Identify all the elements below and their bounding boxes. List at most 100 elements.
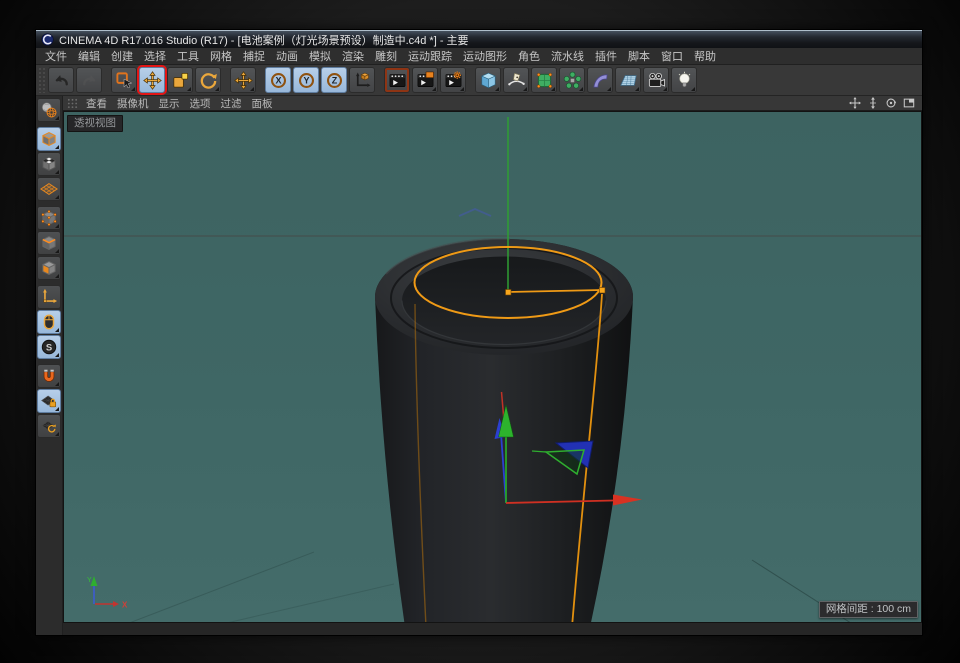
rotate-tool-button[interactable]	[195, 67, 221, 93]
toolbar-grip[interactable]	[38, 67, 45, 93]
redo-button[interactable]	[76, 67, 102, 93]
title-bar: CINEMA 4D R17.016 Studio (R17) - [电池案例（灯…	[36, 30, 922, 48]
viewport-menu-item[interactable]: 显示	[159, 96, 180, 111]
menu-item[interactable]: 插件	[594, 48, 618, 64]
model-mode-button[interactable]	[37, 127, 61, 151]
app-window: CINEMA 4D R17.016 Studio (R17) - [电池案例（灯…	[36, 30, 922, 635]
planar-workplane-button[interactable]	[37, 414, 61, 438]
viewport-grip-icon[interactable]	[67, 98, 78, 109]
viewport[interactable]: Y X 透视视图 网格间距 : 100 cm	[63, 111, 922, 623]
dolly-view-icon[interactable]	[866, 97, 880, 110]
model-mode-icon	[40, 130, 58, 148]
menu-item[interactable]: 角色	[517, 48, 541, 64]
coordinate-system-button[interactable]	[349, 67, 375, 93]
undo-button[interactable]	[48, 67, 74, 93]
menu-item[interactable]: 文件	[44, 48, 68, 64]
cube-icon	[479, 71, 498, 90]
viewport-menu-item[interactable]: 过滤	[221, 96, 242, 111]
light-button[interactable]	[671, 67, 697, 93]
last-used-tool-button[interactable]	[230, 67, 256, 93]
toggle-layout-icon[interactable]	[902, 97, 916, 110]
rotate-icon	[199, 71, 218, 90]
menu-item[interactable]: 工具	[176, 48, 200, 64]
menu-item[interactable]: 雕刻	[374, 48, 398, 64]
deformer-button[interactable]	[587, 67, 613, 93]
subdivision-surface-button[interactable]	[531, 67, 557, 93]
menu-item[interactable]: 运动图形	[462, 48, 508, 64]
planar-workplane-icon	[40, 417, 58, 435]
camera-button[interactable]	[643, 67, 669, 93]
scale-tool-button[interactable]	[167, 67, 193, 93]
render-view-button[interactable]	[384, 67, 410, 93]
undo-icon	[52, 71, 71, 90]
magnet-icon	[40, 367, 58, 385]
enable-axis-icon	[40, 288, 58, 306]
live-selection-icon	[115, 71, 134, 90]
window-title: CINEMA 4D R17.016 Studio (R17) - [电池案例（灯…	[59, 32, 469, 48]
rotate-view-icon[interactable]	[884, 97, 898, 110]
snap-s-icon: S	[40, 338, 58, 356]
enable-axis-button[interactable]	[37, 285, 61, 309]
lock-y-axis-button[interactable]: Y	[293, 67, 319, 93]
mode-sidebar: S	[36, 96, 63, 635]
svg-text:X: X	[275, 75, 281, 85]
selected-center-point[interactable]	[506, 290, 512, 296]
texture-mode-icon	[40, 155, 58, 173]
menu-item[interactable]: 流水线	[550, 48, 585, 64]
lock-x-axis-button[interactable]: X	[265, 67, 291, 93]
cinema4d-logo-icon	[41, 33, 54, 46]
make-editable-icon	[40, 101, 58, 119]
render-picture-viewer-button[interactable]	[412, 67, 438, 93]
texture-mode-button[interactable]	[37, 152, 61, 176]
viewport-menu-item[interactable]: 面板	[252, 96, 273, 111]
lock-z-axis-button[interactable]: Z	[321, 67, 347, 93]
lock-workplane-icon	[40, 392, 58, 410]
menu-item[interactable]: 动画	[275, 48, 299, 64]
pan-view-icon[interactable]	[848, 97, 862, 110]
array-generator-button[interactable]	[559, 67, 585, 93]
menu-item[interactable]: 创建	[110, 48, 134, 64]
scale-icon	[171, 71, 190, 90]
menu-item[interactable]: 网格	[209, 48, 233, 64]
selected-rim-point[interactable]	[600, 288, 606, 294]
menu-item[interactable]: 捕捉	[242, 48, 266, 64]
move-icon	[234, 71, 253, 90]
menu-item[interactable]: 模拟	[308, 48, 332, 64]
tweak-mode-button[interactable]	[37, 310, 61, 334]
viewport-menu-item[interactable]: 选项	[190, 96, 211, 111]
edges-mode-button[interactable]	[37, 231, 61, 255]
viewport-menu-item[interactable]: 摄像机	[117, 96, 149, 111]
snap-3d-button[interactable]: S	[37, 335, 61, 359]
move-tool-button[interactable]	[139, 67, 165, 93]
menu-item[interactable]: 帮助	[693, 48, 717, 64]
polygons-mode-button[interactable]	[37, 256, 61, 280]
spline-pen-button[interactable]	[503, 67, 529, 93]
view-label: 透视视图	[67, 115, 123, 132]
environment-floor-button[interactable]	[615, 67, 641, 93]
menu-item[interactable]: 脚本	[627, 48, 651, 64]
render-settings-button[interactable]	[440, 67, 466, 93]
menu-item[interactable]: 运动跟踪	[407, 48, 453, 64]
toolbar: X YZ	[36, 65, 922, 96]
viewport-canvas[interactable]: Y X	[64, 112, 922, 623]
make-editable-button[interactable]	[37, 98, 61, 122]
subd-icon	[535, 71, 554, 90]
menu-item[interactable]: 编辑	[77, 48, 101, 64]
render-view-icon	[388, 71, 407, 90]
menu-item[interactable]: 选择	[143, 48, 167, 64]
axis-y-label: Y	[87, 577, 92, 584]
lock-workplane-button[interactable]	[37, 389, 61, 413]
viewport-menu-bar: 查看摄像机显示选项过滤面板	[63, 96, 922, 111]
snap-enable-button[interactable]	[37, 364, 61, 388]
live-selection-button[interactable]	[111, 67, 137, 93]
workplane-mode-button[interactable]	[37, 177, 61, 201]
primitive-cube-button[interactable]	[475, 67, 501, 93]
render-pv-icon	[416, 71, 435, 90]
viewport-menu-item[interactable]: 查看	[86, 96, 107, 111]
points-mode-button[interactable]	[37, 206, 61, 230]
move-icon	[143, 71, 162, 90]
polygons-mode-icon	[40, 259, 58, 277]
menu-item[interactable]: 窗口	[660, 48, 684, 64]
render-settings-icon	[444, 71, 463, 90]
menu-item[interactable]: 渲染	[341, 48, 365, 64]
